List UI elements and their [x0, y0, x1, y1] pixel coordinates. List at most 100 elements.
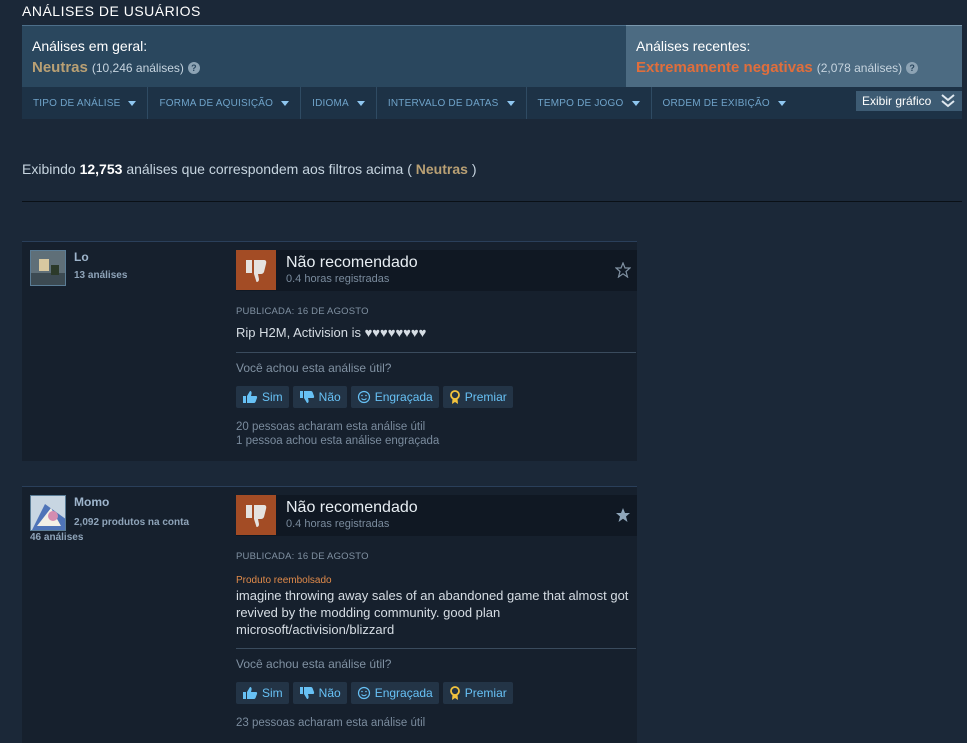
caret-down-icon	[356, 100, 365, 106]
refunded-label: Produto reembolsado	[236, 575, 332, 586]
thumbs-up-icon	[243, 687, 258, 699]
caret-down-icon	[128, 100, 137, 106]
help-icon[interactable]: ?	[906, 61, 919, 74]
filter-playtime[interactable]: TEMPO DE JOGO	[527, 87, 652, 119]
filter-language[interactable]: IDIOMA	[301, 87, 377, 119]
filter-date-range[interactable]: INTERVALO DE DATAS	[377, 87, 527, 119]
vote-funny-button[interactable]: Engraçada	[350, 386, 439, 408]
vote-no-label: Não	[318, 686, 341, 700]
star-icon[interactable]	[615, 507, 631, 523]
filter-label: TIPO DE ANÁLISE	[33, 97, 121, 109]
active-filter-name: Neutras	[415, 161, 468, 177]
review-verdict: Não recomendado	[286, 254, 418, 271]
review-author-panel: Momo 2,092 produtos na conta 46 análises	[22, 487, 232, 743]
review-summary: Análises em geral: Neutras (10,246 análi…	[22, 25, 962, 87]
thumbs-down-icon	[236, 250, 276, 290]
smiley-icon	[357, 390, 370, 404]
vote-no-label: Não	[318, 390, 341, 404]
vote-yes-button[interactable]: Sim	[236, 386, 289, 408]
star-icon[interactable]	[615, 262, 631, 278]
award-label: Premiar	[464, 686, 507, 700]
review-filter-bar: TIPO DE ANÁLISE FORMA DE AQUISIÇÃO IDIOM…	[22, 87, 962, 119]
vote-info-helpful: 23 pessoas acharam esta análise útil	[236, 717, 426, 729]
divider	[236, 648, 636, 649]
award-button[interactable]: Premiar	[442, 682, 513, 704]
showing-prefix: Exibindo	[22, 161, 76, 177]
author-review-count[interactable]: 46 análises	[30, 532, 83, 543]
caret-down-icon	[506, 100, 515, 106]
recent-reviews-label: Análises recentes:	[636, 38, 751, 54]
overall-reviews-value[interactable]: Neutras (10,246 análises) ?	[32, 59, 616, 76]
posted-date: PUBLICADA: 16 DE AGOSTO	[236, 306, 369, 317]
author-products-count[interactable]: 2,092 produtos na conta	[74, 517, 189, 528]
show-graph-label: Exibir gráfico	[862, 94, 932, 108]
filter-display-order[interactable]: ORDEM DE EXIBIÇÃO	[652, 87, 797, 119]
filter-label: ORDEM DE EXIBIÇÃO	[662, 97, 770, 109]
avatar[interactable]	[30, 495, 66, 531]
helpful-question: Você achou esta análise útil?	[236, 657, 392, 671]
review-verdict: Não recomendado	[286, 499, 418, 516]
award-label: Premiar	[464, 390, 507, 404]
vote-info-funny: 1 pessoa achou esta análise engraçada	[236, 435, 440, 447]
filter-results-text: Exibindo 12,753 análises que corresponde…	[22, 161, 476, 177]
overall-reviews-box: Análises em geral: Neutras (10,246 análi…	[22, 25, 626, 87]
divider	[22, 201, 962, 202]
recent-reviews-value[interactable]: Extremamente negativas (2,078 análises) …	[636, 59, 952, 76]
recent-rating[interactable]: Extremamente negativas	[636, 59, 813, 76]
overall-rating[interactable]: Neutras	[32, 59, 88, 76]
avatar-image	[31, 251, 65, 285]
vote-funny-label: Engraçada	[374, 686, 433, 700]
vote-no-button[interactable]: Não	[292, 682, 347, 704]
award-button[interactable]: Premiar	[442, 386, 513, 408]
recent-review-count: (2,078 análises)	[816, 60, 903, 75]
double-chevron-down-icon	[941, 94, 955, 108]
vote-buttons: Sim Não Engraçada Premiar	[236, 682, 513, 704]
caret-down-icon	[777, 100, 786, 106]
vote-info-helpful: 20 pessoas acharam esta análise útil	[236, 421, 426, 433]
caret-down-icon	[631, 100, 640, 106]
vote-buttons: Sim Não Engraçada Premiar	[236, 386, 513, 408]
thumbs-up-icon	[243, 391, 258, 403]
showing-count: 12,753	[79, 161, 123, 177]
vote-yes-label: Sim	[262, 390, 283, 404]
avatar-image	[31, 496, 65, 530]
review-text: imagine throwing away sales of an abando…	[236, 588, 629, 637]
award-icon	[449, 389, 460, 404]
author-name[interactable]: Lo	[74, 250, 89, 264]
posted-date: PUBLICADA: 16 DE AGOSTO	[236, 551, 369, 562]
vote-funny-button[interactable]: Engraçada	[350, 682, 439, 704]
divider	[236, 352, 636, 353]
filter-label: IDIOMA	[312, 97, 349, 109]
showing-middle: análises que correspondem aos filtros ac…	[126, 161, 412, 177]
filter-purchase-type[interactable]: FORMA DE AQUISIÇÃO	[148, 87, 302, 119]
vote-yes-label: Sim	[262, 686, 283, 700]
showing-suffix: )	[471, 161, 477, 177]
recent-reviews-box: Análises recentes: Extremamente negativa…	[626, 25, 962, 87]
vote-no-button[interactable]: Não	[292, 386, 347, 408]
help-icon[interactable]: ?	[187, 61, 200, 74]
thumbs-down-icon	[299, 687, 314, 699]
hours-played: 0.4 horas registradas	[286, 273, 390, 285]
vote-yes-button[interactable]: Sim	[236, 682, 289, 704]
filter-review-type[interactable]: TIPO DE ANÁLISE	[22, 87, 149, 119]
filter-label: FORMA DE AQUISIÇÃO	[159, 97, 274, 109]
smiley-icon	[357, 686, 370, 700]
review-card: Lo 13 análises Não recomendado 0.4 horas…	[22, 241, 637, 461]
section-title: ANÁLISES DE USUÁRIOS	[22, 3, 201, 19]
review-verdict-header[interactable]: Não recomendado 0.4 horas registradas	[236, 495, 637, 536]
review-verdict-header[interactable]: Não recomendado 0.4 horas registradas	[236, 250, 637, 291]
review-card: Momo 2,092 produtos na conta 46 análises…	[22, 486, 637, 743]
overall-reviews-label: Análises em geral:	[32, 38, 148, 54]
review-author-panel: Lo 13 análises	[22, 242, 232, 461]
thumbs-down-icon	[299, 391, 314, 403]
hours-played: 0.4 horas registradas	[286, 518, 390, 530]
author-name[interactable]: Momo	[74, 495, 109, 509]
avatar[interactable]	[30, 250, 66, 286]
filter-label: INTERVALO DE DATAS	[387, 97, 499, 109]
show-graph-button[interactable]: Exibir gráfico	[856, 91, 962, 111]
thumbs-down-icon	[236, 495, 276, 535]
caret-down-icon	[281, 100, 290, 106]
author-review-count[interactable]: 13 análises	[74, 270, 127, 281]
helpful-question: Você achou esta análise útil?	[236, 361, 392, 375]
review-text: Rip H2M, Activision is ♥♥♥♥♥♥♥♥	[236, 325, 427, 340]
